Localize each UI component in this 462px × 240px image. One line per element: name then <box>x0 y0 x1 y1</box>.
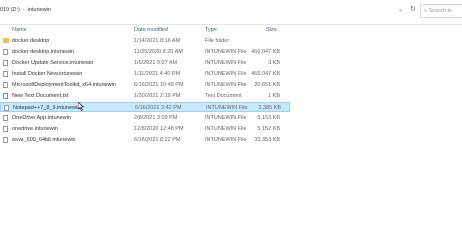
file-size: 33,353 KB <box>254 137 280 143</box>
file-row[interactable]: MicrosoftDeploymentToolkit_x64.intunewin… <box>0 80 290 90</box>
file-date-modified: 6/16/2021 10:48 PM <box>134 82 184 88</box>
file-icon <box>3 82 8 88</box>
file-type: INTUNEWIN File <box>205 49 247 55</box>
address-bar[interactable]: 019 (D:) › intunewin ⌄ ↻ ⌕ Search in <box>0 0 462 25</box>
file-size: 5,153 KB <box>257 115 280 121</box>
column-header-date[interactable]: Date modified <box>134 27 168 33</box>
file-row[interactable]: Install Docker New.intunewin 1/11/2021 4:… <box>0 69 290 79</box>
chevron-down-icon[interactable]: ⌄ <box>398 6 403 13</box>
file-icon <box>3 137 8 143</box>
file-row[interactable]: onedrive.intunewin 12/8/2020 12:48 PM INTU… <box>0 124 290 134</box>
file-icon <box>4 105 9 111</box>
file-name: OneDrive App.intunewin <box>12 115 72 121</box>
search-input[interactable]: ⌕ Search in <box>420 4 462 18</box>
file-size: 3 KB <box>268 60 280 66</box>
file-type: Text Document <box>205 93 242 99</box>
file-row[interactable]: New Text Document.txt 1/30/2021 2:19 PM Te… <box>0 91 290 101</box>
file-type: INTUNEWIN File <box>205 115 247 121</box>
file-row[interactable]: wvar_600_64bit.intunewin 6/16/2021 8:22 P… <box>0 135 290 145</box>
refresh-icon[interactable]: ↻ <box>410 5 416 13</box>
file-type: INTUNEWIN File <box>205 82 247 88</box>
search-placeholder: Search in <box>428 8 452 14</box>
file-row[interactable]: OneDrive App.intunewin 2/8/2021 3:09 PM IN… <box>0 113 290 123</box>
file-size: 466,047 KB <box>251 71 280 77</box>
file-name: docker desktop <box>12 38 50 44</box>
file-date-modified: 12/8/2020 12:48 PM <box>134 126 184 132</box>
file-date-modified: 2/8/2021 3:09 PM <box>134 115 178 121</box>
file-type: INTUNEWIN File <box>205 137 247 143</box>
file-name: MicrosoftDeploymentToolkit_x64.intunewin <box>12 82 116 88</box>
file-type: File folder <box>205 38 230 44</box>
file-row[interactable]: docker desktop 1/14/2021 8:16 AM File fold… <box>0 36 290 46</box>
file-row[interactable]: Docker Update Service.intunewin 1/6/2021 … <box>0 58 290 68</box>
file-date-modified: 1/30/2021 2:19 PM <box>134 93 181 99</box>
file-type: INTUNEWIN File <box>206 105 248 111</box>
column-header-row: Name Date modified Type Size <box>0 24 462 36</box>
breadcrumb[interactable]: 019 (D:) › intunewin <box>0 7 51 13</box>
file-name: onedrive.intunewin <box>12 126 58 132</box>
file-date-modified: 1/6/2021 9:07 AM <box>134 60 178 66</box>
file-type: INTUNEWIN File <box>205 60 247 66</box>
file-size: 20,651 KB <box>254 82 280 88</box>
column-header-type[interactable]: Type <box>205 27 217 33</box>
file-name: Install Docker New.intunewin <box>12 71 83 77</box>
file-name: Notepad++7_8_9.intunewin <box>13 105 81 111</box>
text-doc-icon <box>3 93 8 99</box>
file-date-modified: 11/25/2020 8:20 AM <box>134 49 183 55</box>
chevron-right-icon: › <box>22 7 25 13</box>
file-icon <box>3 115 8 121</box>
file-size: 1 KB <box>268 93 280 99</box>
file-icon <box>3 49 8 55</box>
file-size: 5,152 KB <box>257 126 280 132</box>
file-date-modified: 1/14/2021 8:16 AM <box>134 38 181 44</box>
file-row[interactable]: Notepad++7_8_9.intunewin 6/16/2021 3:42 P… <box>0 102 290 112</box>
column-header-name[interactable]: Name <box>12 27 27 33</box>
file-icon <box>3 71 8 77</box>
folder-icon <box>3 38 9 43</box>
file-size: 466,047 KB <box>251 49 280 55</box>
file-size: 3,385 KB <box>258 105 281 111</box>
breadcrumb-drive[interactable]: 019 (D:) <box>0 7 20 13</box>
file-row[interactable]: docker desktop.intunewin 11/25/2020 8:20 … <box>0 47 290 57</box>
file-icon <box>3 60 8 66</box>
file-type: INTUNEWIN File <box>205 71 247 77</box>
file-date-modified: 6/16/2021 3:42 PM <box>135 105 182 111</box>
file-name: docker desktop.intunewin <box>12 49 75 55</box>
column-header-size[interactable]: Size <box>266 27 277 33</box>
file-name: New Text Document.txt <box>12 93 69 99</box>
mouse-cursor-icon <box>78 102 85 111</box>
breadcrumb-folder[interactable]: intunewin <box>28 7 51 13</box>
file-type: INTUNEWIN File <box>205 126 247 132</box>
file-date-modified: 1/11/2021 4:40 PM <box>134 71 181 77</box>
file-name: wvar_600_64bit.intunewin <box>12 137 76 143</box>
file-name: Docker Update Service.intunewin <box>12 60 94 66</box>
file-icon <box>3 126 8 132</box>
search-icon: ⌕ <box>424 8 428 14</box>
file-date-modified: 6/16/2021 8:22 PM <box>134 137 181 143</box>
